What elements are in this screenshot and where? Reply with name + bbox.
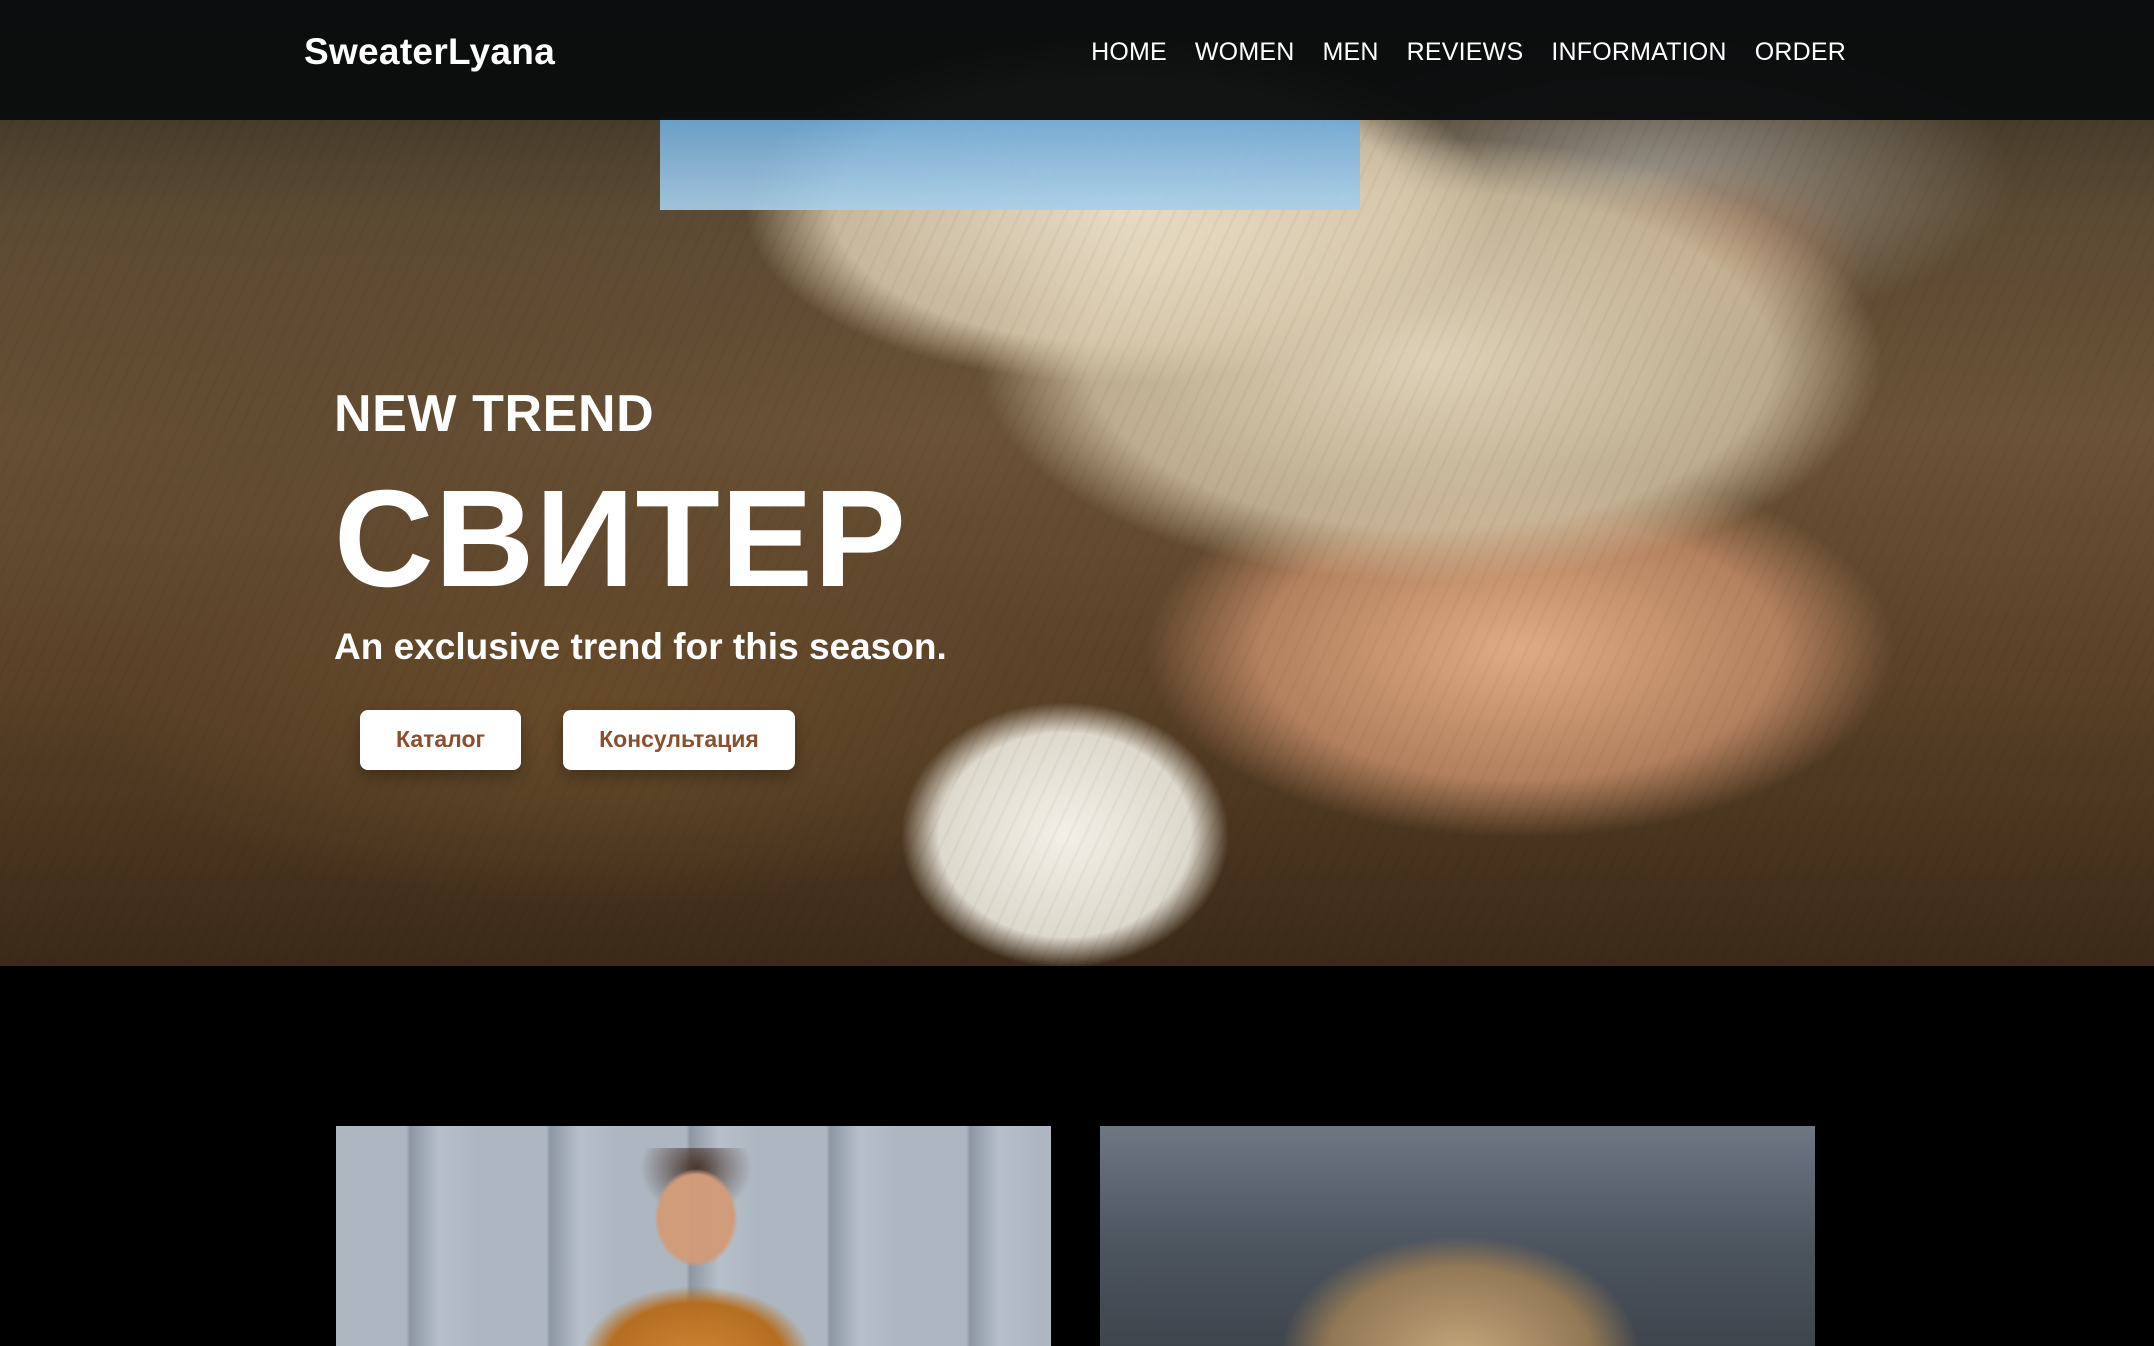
nav-order-link[interactable]: ORDER [1755,34,1846,71]
hero-subheadline: An exclusive trend for this season. [334,625,947,667]
nav-women-link[interactable]: WOMEN [1195,34,1295,71]
page: SweaterLyana HOME WOMEN MEN REVIEWS INFO… [0,0,2154,1346]
hero-content: NEW TREND СВИТЕР An exclusive trend for … [334,388,947,770]
gallery-card-left-image[interactable] [336,1126,1051,1346]
hero-headline: СВИТЕР [334,462,907,616]
nav-reviews-link[interactable]: REVIEWS [1407,34,1524,71]
hero-sky [660,118,1360,210]
nav-information-link[interactable]: INFORMATION [1551,34,1726,71]
gallery-card-right-image[interactable] [1100,1126,1815,1346]
top-navbar: SweaterLyana HOME WOMEN MEN REVIEWS INFO… [0,0,2154,120]
hero-photo: NEW TREND СВИТЕР An exclusive trend for … [0,0,2154,966]
gallery-section [0,966,2154,1346]
brand-logo[interactable]: SweaterLyana [304,24,555,80]
catalog-button[interactable]: Каталог [360,709,522,770]
primary-nav: HOME WOMEN MEN REVIEWS INFORMATION ORDER [1091,28,1846,76]
nav-home-link[interactable]: HOME [1091,34,1167,71]
nav-men-link[interactable]: MEN [1323,34,1379,71]
consultation-button[interactable]: Консультация [563,709,795,770]
hero-actions: Каталог Консультация [360,709,947,770]
hero-eyebrow: NEW TREND [334,385,655,443]
